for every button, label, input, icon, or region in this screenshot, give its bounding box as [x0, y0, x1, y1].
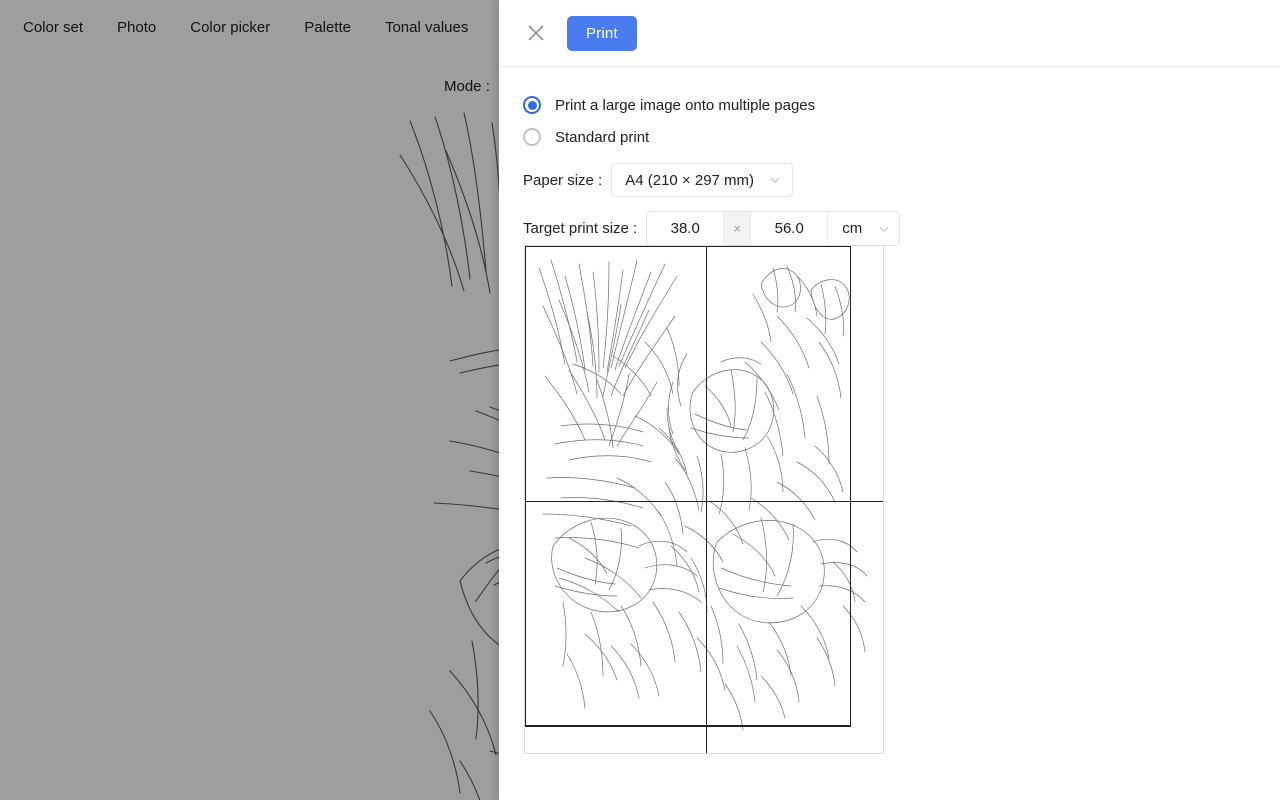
tab-palette[interactable]: Palette [287, 0, 368, 56]
option-standard-print[interactable]: Standard print [523, 125, 1256, 149]
print-panel-header: Print [499, 0, 1280, 67]
target-width-input[interactable] [647, 212, 724, 245]
paper-size-select[interactable]: A4 (210 × 297 mm) [611, 163, 794, 197]
paper-size-row: Paper size : A4 (210 × 297 mm) [523, 163, 1256, 197]
app-root: Color set Photo Color picker Palette Ton… [0, 0, 1280, 800]
tab-photo[interactable]: Photo [100, 0, 173, 56]
option-multiple-pages-label: Print a large image onto multiple pages [555, 96, 816, 114]
print-panel: Print Print a large image onto multiple … [499, 0, 1280, 800]
radio-multiple-pages[interactable] [523, 96, 541, 114]
print-button[interactable]: Print [567, 15, 637, 51]
chevron-down-icon [770, 177, 780, 184]
chevron-down-icon [879, 226, 889, 232]
mode-label: Mode : [444, 78, 490, 95]
target-print-size-row: Target print size : × cm [523, 211, 1256, 246]
paper-size-label: Paper size : [523, 171, 603, 189]
option-multiple-pages[interactable]: Print a large image onto multiple pages [523, 93, 1256, 117]
target-print-size-control: × cm [646, 211, 901, 246]
close-button[interactable] [523, 20, 549, 46]
tab-color-picker[interactable]: Color picker [173, 0, 287, 56]
preview-artwork [538, 259, 868, 731]
print-panel-body: Print a large image onto multiple pages … [499, 67, 1280, 754]
tab-color-set[interactable]: Color set [6, 0, 100, 56]
radio-standard-print[interactable] [523, 128, 541, 146]
close-icon [528, 25, 544, 41]
option-standard-print-label: Standard print [555, 128, 650, 146]
paper-size-value: A4 (210 × 297 mm) [625, 171, 755, 189]
tab-tonal-values[interactable]: Tonal values [368, 0, 485, 56]
target-print-size-label: Target print size : [523, 220, 638, 237]
target-height-input[interactable] [751, 212, 828, 245]
unit-select[interactable]: cm [827, 212, 899, 245]
size-separator: × [723, 212, 752, 245]
print-preview[interactable] [524, 245, 884, 754]
unit-value: cm [842, 220, 863, 237]
